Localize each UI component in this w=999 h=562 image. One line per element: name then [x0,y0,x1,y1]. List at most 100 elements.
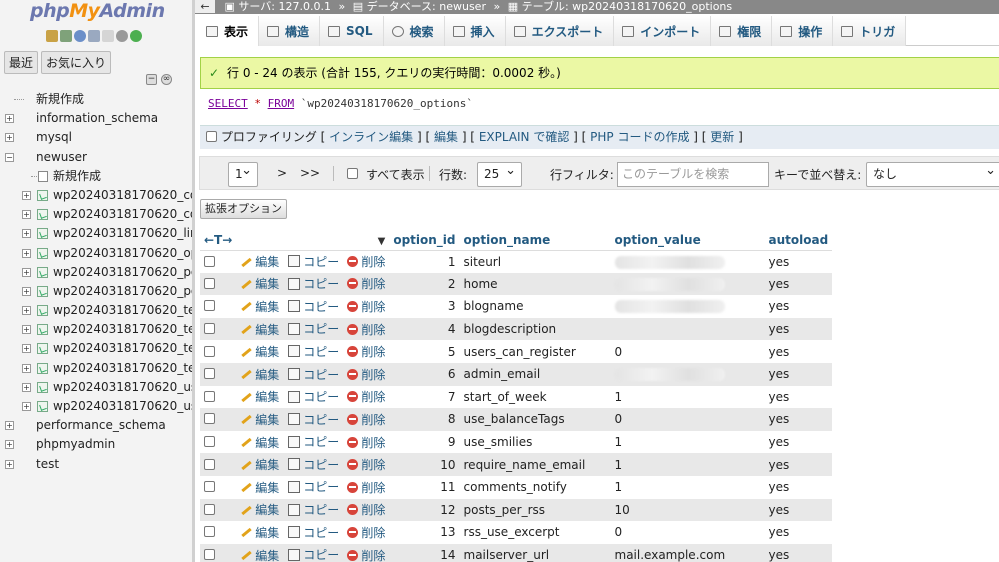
cell-option-name[interactable]: use_smilies [459,430,611,454]
next-page-button[interactable]: > [277,166,287,180]
row-checkbox[interactable] [204,255,215,267]
cell-option-name[interactable]: blogname [459,295,611,318]
delete-button[interactable]: 削除 [347,321,385,338]
tree-database-item[interactable]: + phpmyadmin [0,435,192,454]
cell-autoload[interactable]: yes [764,272,833,296]
tree-table-item[interactable]: + wp20240318170620_comm [0,205,192,224]
tree-table-item[interactable]: + wp20240318170620_postr [0,263,192,282]
delete-button[interactable]: 削除 [347,547,385,562]
collapse-all-icon[interactable]: − [146,74,157,85]
tree-database-item[interactable]: + information_schema [0,109,192,128]
row-checkbox[interactable] [204,390,215,402]
row-checkbox[interactable] [204,436,215,448]
tree-database-item[interactable]: + test [0,455,192,474]
copy-button[interactable]: コピー [288,433,339,450]
tab-search[interactable]: 検索 [383,16,445,46]
copy-button[interactable]: コピー [288,546,339,562]
row-checkbox[interactable] [204,345,215,357]
edit-button[interactable]: 編集 [240,388,279,405]
cell-option-name[interactable]: blogdescription [459,317,611,341]
cell-autoload[interactable]: yes [764,498,833,522]
cell-autoload[interactable]: yes [764,317,833,341]
delete-button[interactable]: 削除 [347,343,385,360]
edit-button[interactable]: 編集 [240,547,279,562]
tab-insert[interactable]: 挿入 [444,16,506,46]
cell-autoload[interactable]: yes [764,408,833,431]
sort-select[interactable]: なし [866,159,999,187]
tab-import[interactable]: インポート [614,16,712,46]
expand-icon[interactable]: + [22,286,31,296]
expand-icon[interactable]: + [22,267,31,277]
copy-button[interactable]: コピー [288,501,339,518]
cell-autoload[interactable]: yes [764,295,833,318]
tree-table-item[interactable]: + wp20240318170620_term [0,320,192,339]
breadcrumb-table[interactable]: ▦ テーブル: wp20240318170620_options [508,0,732,13]
cell-option-name[interactable]: home [459,272,611,296]
cell-autoload[interactable]: yes [764,362,833,386]
tree-database-item[interactable]: + mysql [0,128,192,147]
cell-option-value[interactable]: 1 [610,430,765,454]
edit-button[interactable]: 編集 [240,366,279,383]
cell-option-value[interactable] [610,272,765,296]
col-option-name[interactable]: option_name [459,231,611,251]
edit-button[interactable]: 編集 [240,411,279,428]
expand-icon[interactable]: + [5,459,14,469]
tree-database-item[interactable]: + performance_schema [0,416,192,435]
row-checkbox[interactable] [204,481,215,493]
row-checkbox[interactable] [204,549,215,561]
delete-button[interactable]: 削除 [347,275,385,292]
copy-button[interactable]: コピー [288,275,339,292]
expand-icon[interactable]: + [22,344,31,354]
expand-icon[interactable]: + [5,133,14,143]
expand-icon[interactable]: + [22,402,31,411]
tree-table-item[interactable]: + wp20240318170620_users [0,397,192,416]
edit-button[interactable]: 編集 [240,501,279,518]
reload-icon[interactable] [130,30,142,42]
delete-button[interactable]: 削除 [347,298,385,315]
delete-button[interactable]: 削除 [347,501,385,518]
delete-button[interactable]: 削除 [347,456,385,473]
cell-autoload[interactable]: yes [764,475,833,499]
expand-icon[interactable]: + [5,440,14,450]
cell-option-id[interactable]: 1 [389,250,460,273]
cell-option-name[interactable]: start_of_week [459,385,611,409]
row-checkbox[interactable] [204,503,215,515]
row-checkbox[interactable] [204,368,215,380]
expand-icon[interactable]: + [22,306,31,316]
delete-button[interactable]: 削除 [347,434,385,451]
cell-autoload[interactable]: yes [764,340,833,363]
delete-button[interactable]: 削除 [347,411,385,428]
cell-option-name[interactable]: admin_email [459,362,611,386]
cell-option-value[interactable]: 1 [610,475,765,499]
tree-database-item[interactable]: − newuser [0,148,192,167]
cell-option-id[interactable]: 14 [389,543,460,562]
edit-button[interactable]: 編集 [240,275,279,292]
expand-icon[interactable]: + [22,363,31,373]
phpmyadmin-logo[interactable]: phpMyAdmin [30,0,165,22]
rows-select[interactable]: 25 [477,159,522,187]
col-option-id[interactable]: option_id [389,231,460,251]
cell-option-id[interactable]: 8 [389,408,460,431]
expand-icon[interactable]: + [22,382,31,392]
copy-button[interactable]: コピー [288,320,339,337]
tree-new-item[interactable]: 新規作成 [0,90,192,109]
cell-option-id[interactable]: 6 [389,362,460,386]
cell-option-value[interactable]: 1 [610,385,765,409]
cell-option-id[interactable]: 5 [389,340,460,363]
row-checkbox[interactable] [204,300,215,312]
tab-triggers[interactable]: トリガ [833,16,907,46]
profiling-checkbox[interactable] [206,131,217,142]
tree-table-item[interactable]: + wp20240318170620_links [0,224,192,243]
copy-button[interactable]: コピー [288,478,339,495]
breadcrumb-server[interactable]: ▣ サーバ: 127.0.0.1 [225,0,331,13]
inline-edit-link[interactable]: インライン編集 [329,130,413,144]
link-icon[interactable]: ∞ [161,74,172,85]
delete-button[interactable]: 削除 [347,479,385,496]
cell-option-id[interactable]: 9 [389,430,460,454]
expand-icon[interactable]: + [22,210,31,220]
cell-option-name[interactable]: rss_use_excerpt [459,521,611,544]
row-checkbox[interactable] [204,413,215,425]
cell-option-value[interactable]: 1 [610,453,765,476]
cell-option-value[interactable]: 0 [610,408,765,431]
cell-option-id[interactable]: 10 [389,453,460,476]
